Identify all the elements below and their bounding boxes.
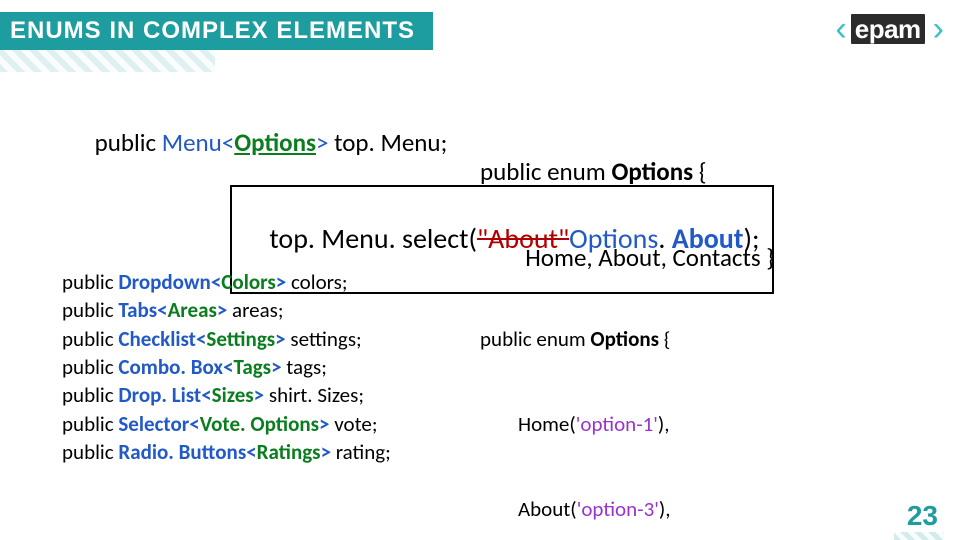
t: ); xyxy=(744,221,760,256)
code-line: public Tabs<Areas> areas; xyxy=(62,296,391,324)
code-bottom-right: public enum Options { Home('option-1'), … xyxy=(480,268,875,540)
slide-root: ENUMS IN COMPLEX ELEMENTS ‹ epam › publi… xyxy=(0,0,960,540)
code-line: public Radio. Buttons<Ratings> rating; xyxy=(62,438,391,466)
t: About xyxy=(672,221,744,256)
line: Home('option-1'), xyxy=(480,410,875,438)
code-line: public Combo. Box<Tags> tags; xyxy=(62,353,391,381)
t: ), xyxy=(659,496,671,522)
strike-text: "About" xyxy=(477,221,569,256)
page-number-decor xyxy=(894,532,944,540)
brand-logo: ‹ epam › xyxy=(835,12,940,46)
code-line: public Selector<Vote. Options> vote; xyxy=(62,410,391,438)
t: . xyxy=(658,221,671,256)
type: Menu xyxy=(162,127,222,158)
t: { xyxy=(693,156,707,187)
t: public enum xyxy=(480,156,611,187)
page-title: ENUMS IN COMPLEX ELEMENTS xyxy=(10,17,415,45)
t: 'option-1' xyxy=(576,411,658,437)
code-line: public Checklist<Settings> settings; xyxy=(62,325,391,353)
line: About('option-3'), xyxy=(480,495,875,523)
t: Home( xyxy=(480,411,576,437)
lt: < xyxy=(222,127,234,158)
code-line: public Dropdown<Colors> colors; xyxy=(62,268,391,296)
chevron-left-icon: ‹ xyxy=(835,12,842,46)
t: Options xyxy=(611,156,693,187)
generic: Options xyxy=(234,127,316,158)
t: public enum xyxy=(480,326,590,352)
chevron-right-icon: › xyxy=(933,12,940,46)
t: ), xyxy=(658,411,670,437)
t: 'option-3' xyxy=(577,496,659,522)
var: top. Menu; xyxy=(328,127,447,158)
line: public enum Options { xyxy=(480,325,875,353)
text: public xyxy=(95,127,162,158)
t: Options xyxy=(590,326,659,352)
t: About( xyxy=(480,496,577,522)
code-top-left: public Menu<Options> top. Menu; xyxy=(72,100,447,186)
t: top. Menu. select( xyxy=(269,221,477,256)
code-bottom-left: public Dropdown<Colors> colors;public Ta… xyxy=(62,268,391,466)
title-bar: ENUMS IN COMPLEX ELEMENTS xyxy=(0,12,433,50)
t: Options xyxy=(569,221,658,256)
page-number: 23 xyxy=(907,500,938,532)
line: public enum Options { xyxy=(480,158,774,187)
t: { xyxy=(659,326,670,352)
brand-name: epam xyxy=(851,14,925,44)
gt: > xyxy=(316,127,328,158)
title-decor xyxy=(0,50,215,72)
code-line: public Drop. List<Sizes> shirt. Sizes; xyxy=(62,381,391,409)
